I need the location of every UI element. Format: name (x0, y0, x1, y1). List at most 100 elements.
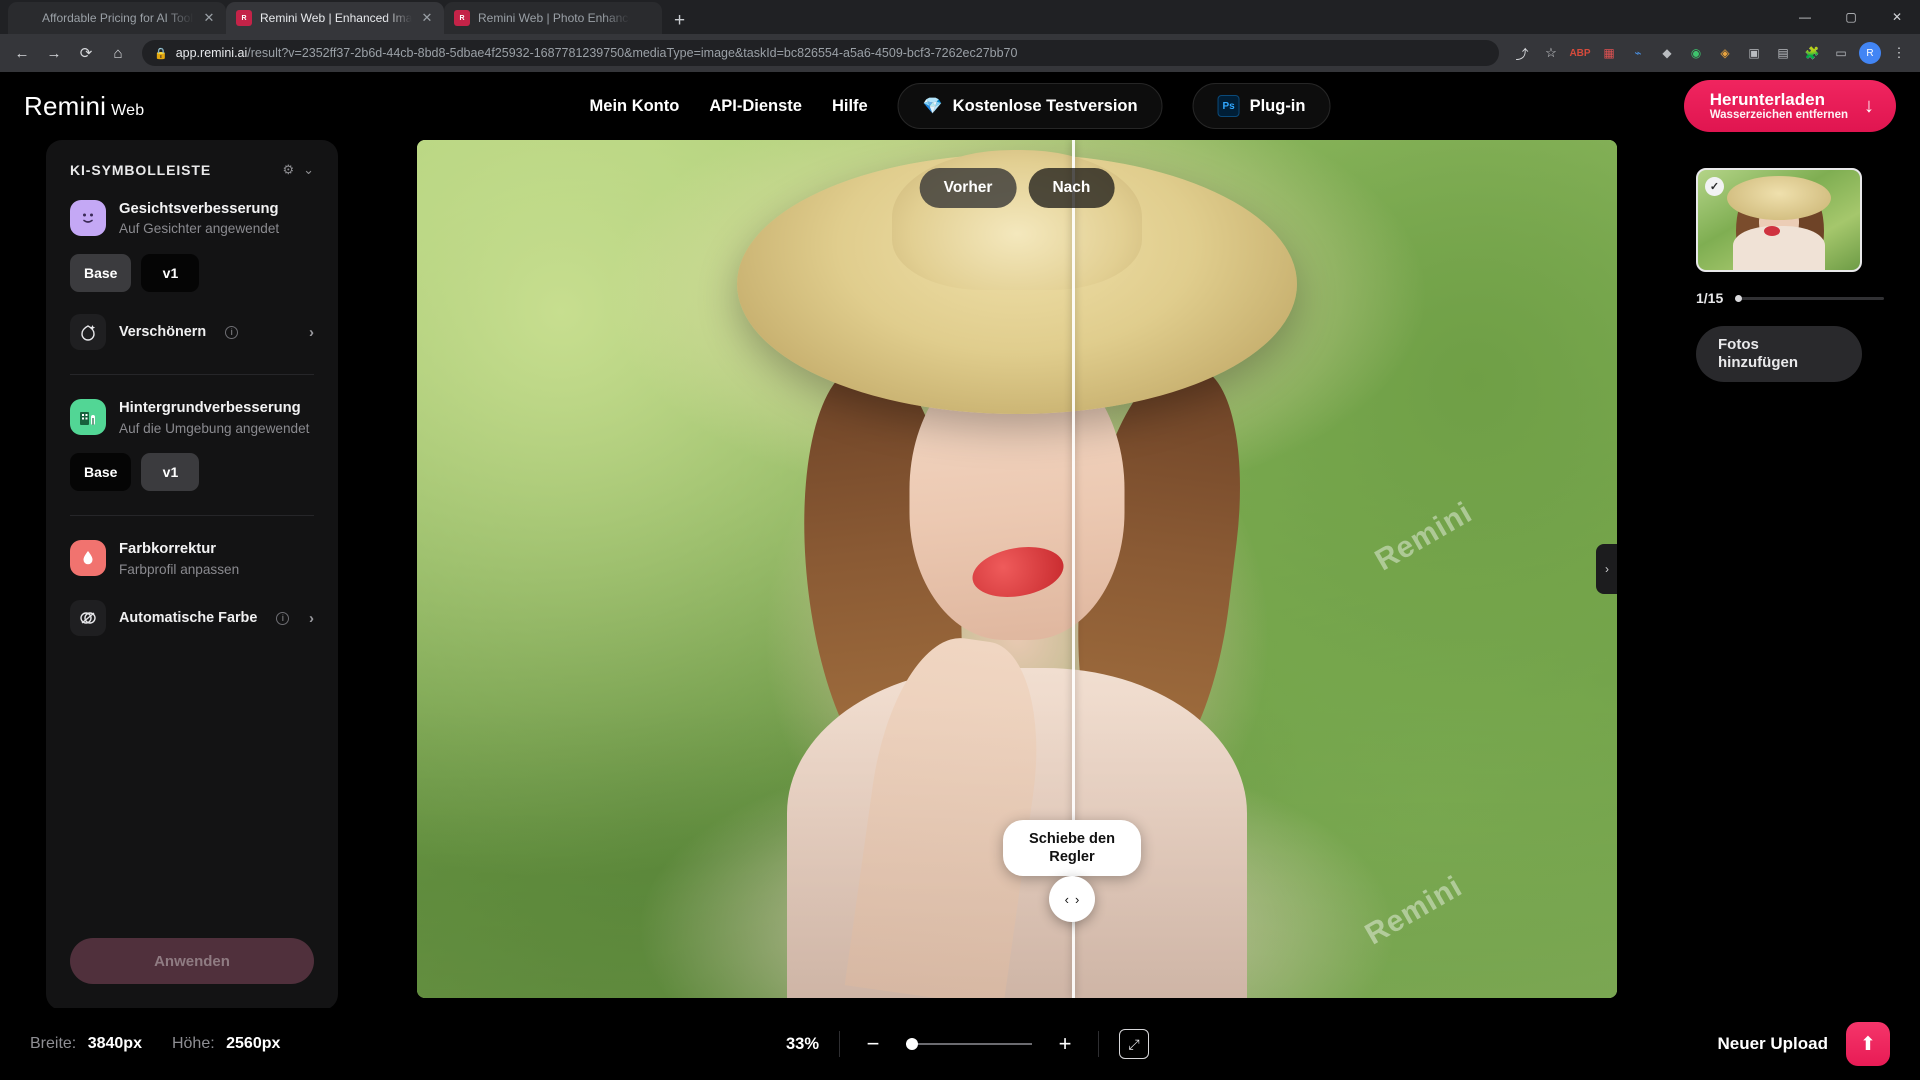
seg-base-face[interactable]: Base (70, 254, 132, 293)
chevron-down-icon[interactable]: ⌄ (303, 162, 314, 178)
seg-base-background[interactable]: Base (70, 453, 132, 492)
camera-icon[interactable]: ▣ (1741, 40, 1767, 66)
forward-icon[interactable]: → (40, 39, 68, 67)
width-field: Breite: 3840px (30, 1035, 142, 1053)
thumb-cherry (1764, 226, 1780, 236)
plugin-label: Plug-in (1249, 96, 1306, 115)
address-bar[interactable]: 🔒 app.remini.ai/result?v=2352ff37-2b6d-4… (142, 40, 1499, 66)
new-upload-label[interactable]: Neuer Upload (1717, 1034, 1828, 1054)
extension-green-icon[interactable]: ◉ (1683, 40, 1709, 66)
zoom-slider[interactable] (906, 1038, 1032, 1050)
width-label: Breite: (30, 1035, 77, 1052)
minimize-button[interactable]: — (1782, 10, 1828, 24)
home-icon[interactable]: ⌂ (104, 39, 132, 67)
download-button[interactable]: Herunterladen Wasserzeichen entfernen ↓ (1683, 80, 1896, 132)
extension-orange-icon[interactable]: ◈ (1712, 40, 1738, 66)
browser-tab-0[interactable]: Affordable Pricing for AI Tools | r ✕ (8, 2, 226, 34)
seg-v1-background[interactable]: v1 (141, 453, 200, 492)
slider-hint-line1: Schiebe den (1029, 830, 1115, 847)
download-sub-label: Wasserzeichen entfernen (1709, 108, 1848, 121)
bookmark-star-icon[interactable]: ☆ (1538, 40, 1564, 66)
extension-dark-icon[interactable]: ▤ (1770, 40, 1796, 66)
fit-screen-icon[interactable]: ⤢ (1119, 1029, 1149, 1059)
divider (70, 374, 314, 376)
puzzle-icon[interactable]: 🧩 (1799, 40, 1825, 66)
share-icon[interactable]: ⤴ (1509, 40, 1535, 66)
sub-auto-color[interactable]: Automatische Farbe i › (70, 600, 314, 637)
feature-background-enhancement[interactable]: Hintergrundverbesserung Auf die Umgebung… (70, 399, 314, 437)
chevron-right-icon[interactable]: › (309, 324, 314, 341)
nav-mein-konto[interactable]: Mein Konto (590, 97, 680, 116)
divider (1098, 1031, 1099, 1057)
thumbnail-scrollbar[interactable] (1735, 294, 1884, 302)
feature-text: Farbkorrektur Farbprofil anpassen (119, 540, 239, 578)
extension-link-icon[interactable]: ⌁ (1625, 40, 1651, 66)
info-icon[interactable]: i (276, 611, 290, 625)
thumbnail-check-icon: ✓ (1705, 177, 1724, 196)
nav-hilfe[interactable]: Hilfe (832, 97, 868, 116)
seg-v1-face[interactable]: v1 (141, 254, 200, 293)
url-domain: app.remini.ai (175, 46, 248, 60)
header-right: Herunterladen Wasserzeichen entfernen ↓ (1683, 80, 1896, 132)
panel-expand-tab[interactable]: › (1596, 544, 1617, 594)
height-value: 2560px (226, 1035, 281, 1052)
browser-toolbar: ← → ⟳ ⌂ 🔒 app.remini.ai/result?v=2352ff3… (0, 34, 1920, 72)
free-trial-button[interactable]: 💎 Kostenlose Testversion (897, 83, 1163, 129)
avatar[interactable]: R (1857, 40, 1883, 66)
close-window-button[interactable]: ✕ (1874, 10, 1920, 24)
feature-color-correction[interactable]: Farbkorrektur Farbprofil anpassen (70, 540, 314, 578)
back-icon[interactable]: ← (8, 39, 36, 67)
bottom-bar: Breite: 3840px Höhe: 2560px 33% − + ⤢ Ne… (0, 1008, 1920, 1080)
app-header: Remini Web Mein Konto API-Dienste Hilfe 💎… (0, 72, 1920, 140)
tab-close-icon[interactable]: ✕ (420, 10, 434, 26)
canvas-area: Remini Remini Vorher Nach Schiebe den Re… (338, 140, 1696, 1008)
zoom-percent: 33% (785, 1034, 819, 1053)
height-field: Höhe: 2560px (172, 1035, 280, 1053)
reload-icon[interactable]: ⟳ (72, 39, 100, 67)
kebab-menu-icon[interactable]: ⋮ (1886, 40, 1912, 66)
scrollbar-knob[interactable] (1735, 294, 1743, 302)
before-label[interactable]: Vorher (919, 168, 1017, 208)
feature-desc: Auf die Umgebung angewendet (119, 420, 310, 436)
abp-icon[interactable]: ABP (1567, 40, 1593, 66)
thumb-hat (1727, 176, 1831, 220)
extension-gray-icon[interactable]: ◆ (1654, 40, 1680, 66)
profile-initial: R (1859, 42, 1881, 64)
tab-title: Affordable Pricing for AI Tools | r (42, 11, 194, 25)
slider-hint-tooltip: Schiebe den Regler (1003, 819, 1141, 876)
comparison-slider-handle[interactable]: ‹ › (1049, 876, 1095, 922)
extension-red-icon[interactable]: ▦ (1596, 40, 1622, 66)
gear-icon[interactable]: ⚙ (282, 162, 294, 178)
after-label[interactable]: Nach (1028, 168, 1115, 208)
image-dimensions: Breite: 3840px Höhe: 2560px (30, 1035, 280, 1053)
thumbnail-item[interactable]: ✓ (1696, 168, 1862, 272)
chevron-right-icon: › (1075, 891, 1080, 907)
slider-hint-line2: Regler (1049, 848, 1095, 865)
app-logo[interactable]: Remini Web (24, 91, 144, 122)
add-photos-button[interactable]: Fotos hinzufügen (1696, 326, 1862, 382)
browser-tab-1[interactable]: R Remini Web | Enhanced Image ✕ (226, 2, 444, 34)
sidepanel-icon[interactable]: ▭ (1828, 40, 1854, 66)
feature-desc: Auf Gesichter angewendet (119, 221, 280, 237)
sub-beautify[interactable]: Verschönern i › (70, 314, 314, 351)
zoom-out-button[interactable]: − (860, 1033, 886, 1055)
apply-button[interactable]: Anwenden (70, 938, 314, 984)
auto-color-icon (70, 600, 106, 637)
new-tab-button[interactable]: + (662, 11, 697, 34)
tab-favicon (18, 10, 34, 26)
feature-face-enhancement[interactable]: Gesichtsverbesserung Auf Gesichter angew… (70, 200, 314, 238)
toolbar-extension-icons: ⤴ ☆ ABP ▦ ⌁ ◆ ◉ ◈ ▣ ▤ 🧩 ▭ R ⋮ (1509, 40, 1912, 66)
plugin-button[interactable]: Ps Plug-in (1192, 83, 1331, 129)
info-icon[interactable]: i (225, 325, 239, 339)
tab-close-icon[interactable]: ✕ (202, 10, 216, 26)
zoom-in-button[interactable]: + (1052, 1033, 1078, 1055)
upload-icon[interactable]: ⬆ (1846, 1022, 1890, 1066)
browser-tab-2[interactable]: R Remini Web | Photo Enhancer (444, 2, 662, 34)
nav-api-dienste[interactable]: API-Dienste (709, 97, 802, 116)
maximize-button[interactable]: ▢ (1828, 10, 1874, 24)
image-comparison-canvas[interactable]: Remini Remini Vorher Nach Schiebe den Re… (417, 140, 1617, 998)
chevron-right-icon[interactable]: › (309, 610, 314, 627)
zoom-controls: 33% − + ⤢ (771, 1029, 1149, 1059)
lock-icon: 🔒 (154, 47, 168, 60)
zoom-slider-knob[interactable] (906, 1038, 918, 1050)
